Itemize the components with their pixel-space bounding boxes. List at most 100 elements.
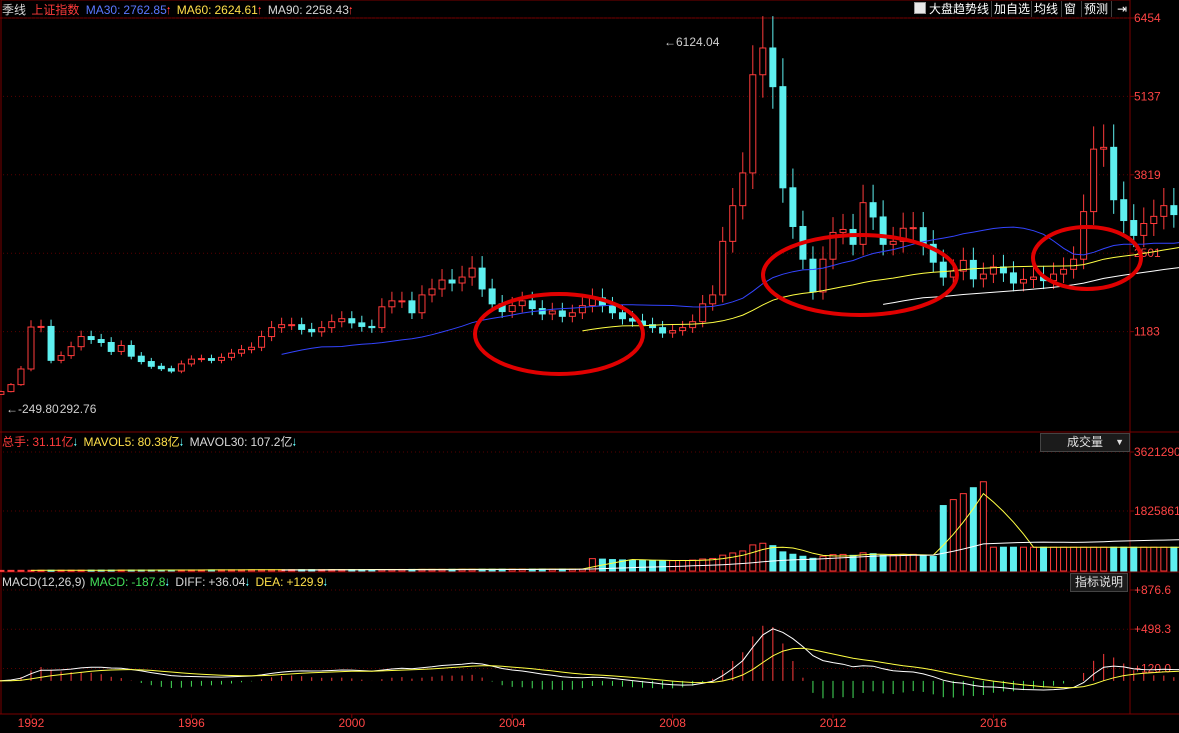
volume-bar-down xyxy=(809,557,817,572)
candle-down xyxy=(348,318,356,324)
volume-tick-label: 3621290 xyxy=(1134,445,1179,459)
mavol5-value: 80.38亿 xyxy=(137,435,180,449)
ma60-up-arrow-icon: 🠑 xyxy=(257,6,262,17)
volume-bar-down xyxy=(789,553,797,572)
volume-tick-label: 1825861 xyxy=(1134,504,1179,518)
volume-bar-down xyxy=(1120,546,1128,572)
volume-bar-up xyxy=(989,546,997,572)
candle-down xyxy=(779,86,787,189)
candle-up xyxy=(7,384,15,393)
candle-up xyxy=(1060,268,1068,275)
market-trend-toggle[interactable]: 大盘趋势线 xyxy=(912,1,991,17)
candle-down xyxy=(127,344,135,357)
ma90-up-arrow-icon: 🠑 xyxy=(348,6,353,17)
ma60-value: 2624.61 xyxy=(214,3,258,17)
volume-total-down-icon: 🠓 xyxy=(73,438,78,449)
candle-down xyxy=(1130,220,1138,236)
ma90-value: 2258.43 xyxy=(305,3,349,17)
volume-bar-down xyxy=(799,555,807,572)
volume-bar-down xyxy=(769,545,777,572)
candle-up xyxy=(1100,146,1108,150)
x-tick-label: 2004 xyxy=(499,716,526,730)
candle-down xyxy=(528,300,536,310)
chart-frame xyxy=(0,0,1131,715)
highlight-circle-2004 xyxy=(473,292,645,376)
ma30-up-arrow-icon: 🠑 xyxy=(166,6,171,17)
volume-bar-up xyxy=(1050,546,1058,572)
volume-bar-up xyxy=(1140,546,1148,572)
candle-down xyxy=(869,202,877,218)
candle-up xyxy=(398,300,406,303)
checkbox-icon[interactable] xyxy=(914,2,926,14)
volume-bar-down xyxy=(608,559,616,572)
candle-up xyxy=(0,391,5,395)
candle-up xyxy=(258,336,266,348)
volume-bar-down xyxy=(879,554,887,572)
candle-up xyxy=(909,227,917,230)
volume-bar-down xyxy=(629,559,636,572)
candle-up xyxy=(759,47,767,76)
volume-bar-up xyxy=(1100,546,1108,572)
ma-button[interactable]: 均线 xyxy=(1031,1,1060,17)
volume-bar-down xyxy=(1170,546,1178,572)
candle-up xyxy=(889,240,897,245)
volume-bar-down xyxy=(939,505,947,572)
period-label: 季线 xyxy=(2,3,27,17)
candle-up xyxy=(669,330,677,334)
candle-up xyxy=(679,327,687,332)
dea-down-icon: 🠓 xyxy=(323,578,328,589)
window-button[interactable]: 窗 xyxy=(1061,1,1078,17)
candle-up xyxy=(77,336,85,348)
candle-up xyxy=(318,327,326,333)
candle-up xyxy=(177,363,185,372)
candle-up xyxy=(438,279,446,290)
stock-chart[interactable]: 6454513738192501118336212901825861+876.6… xyxy=(0,0,1179,733)
volume-bar-up xyxy=(1019,546,1027,572)
volume-bar-up xyxy=(7,569,15,572)
volume-bar-up xyxy=(729,552,737,572)
candle-down xyxy=(87,336,95,341)
indicator-help-button[interactable]: 指标说明 xyxy=(1070,573,1128,592)
diff-line xyxy=(0,628,1179,691)
candle-down xyxy=(1170,205,1178,216)
volume-bar-up xyxy=(17,569,25,572)
candle-up xyxy=(17,368,25,386)
volume-bar-up xyxy=(749,544,757,572)
candle-up xyxy=(37,325,45,328)
candle-up xyxy=(1030,276,1037,280)
candle-up xyxy=(578,305,586,314)
candle-down xyxy=(879,216,887,245)
index-name[interactable]: 上证指数 xyxy=(31,3,79,17)
forecast-button[interactable]: 预测 xyxy=(1081,1,1110,17)
volume-indicator-select[interactable]: 成交量 ▼ xyxy=(1040,433,1130,452)
high-point-label: ←6124.04 xyxy=(664,35,719,49)
candle-up xyxy=(729,205,737,242)
candle-up xyxy=(568,312,576,317)
panel-toggle-icon[interactable]: ⇥ xyxy=(1111,1,1132,17)
candle-down xyxy=(97,339,105,344)
volume-bar-down xyxy=(929,555,937,572)
volume-bar-up xyxy=(1080,546,1088,572)
candle-up xyxy=(1160,205,1168,217)
price-tick-label: 5137 xyxy=(1134,89,1161,103)
candle-down xyxy=(809,258,817,293)
mavol30-label: MAVOL30: xyxy=(189,435,248,449)
x-tick-label: 2008 xyxy=(659,716,686,730)
low-point-arrow-icon: ← xyxy=(6,402,18,416)
candle-down xyxy=(478,267,486,290)
volume-bar-up xyxy=(959,493,967,572)
macd-tick-label: +498.3 xyxy=(1134,622,1171,636)
candle-up xyxy=(839,228,847,233)
volume-bar-up xyxy=(759,542,767,572)
candle-down xyxy=(659,327,667,334)
macd-value: -187.8 xyxy=(131,575,166,589)
candle-up xyxy=(288,324,296,327)
dea-label: DEA: xyxy=(255,575,284,589)
highlight-circle-2012 xyxy=(761,233,959,317)
add-watch-button[interactable]: 加自选 xyxy=(991,1,1032,17)
ma30-line xyxy=(281,226,1179,355)
volume-bar-down xyxy=(649,559,657,572)
mavol5-down-icon: 🠓 xyxy=(179,438,184,449)
candle-up xyxy=(238,349,246,354)
candle-up xyxy=(979,273,987,280)
